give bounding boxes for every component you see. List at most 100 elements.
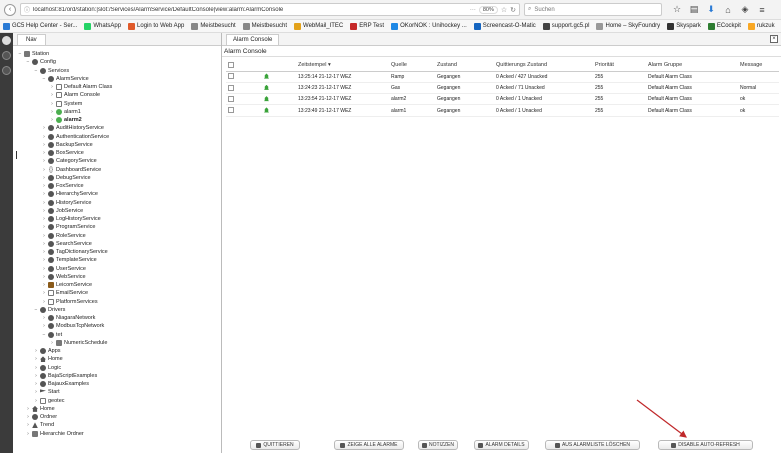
tree-item[interactable]: › ModbusTcpNetwork	[13, 322, 221, 330]
search-side-icon[interactable]	[2, 66, 11, 75]
close-icon[interactable]: ×	[770, 35, 778, 43]
bookmark-item[interactable]: support.gc5.pl	[542, 22, 589, 30]
tree-item[interactable]: › EmailService	[13, 289, 221, 297]
tree-item[interactable]: › LeicomService	[13, 281, 221, 289]
tree-item[interactable]: − tet	[13, 331, 221, 339]
collapse-icon[interactable]: −	[33, 307, 39, 313]
expand-icon[interactable]: ›	[49, 92, 55, 98]
collapse-icon[interactable]: −	[33, 68, 39, 74]
table-row[interactable]: 13:23:54 21-12-17 WEZ alarm2 Gegangen 0 Ack…	[226, 93, 779, 106]
tree-item[interactable]: › Default Alarm Class	[13, 83, 221, 91]
collapse-icon[interactable]: −	[17, 51, 23, 57]
column-header-ack-state[interactable]: Quittierungs Zustand	[494, 59, 593, 72]
bookmark-item[interactable]: rukzuk	[747, 22, 775, 30]
expand-icon[interactable]: ›	[25, 431, 31, 437]
address-bar[interactable]: ⓘ localhost:81/ord/station:|slot:/Servic…	[20, 3, 520, 16]
expand-icon[interactable]: ›	[33, 381, 39, 387]
column-header-message[interactable]: Message	[738, 59, 779, 72]
tree-item[interactable]: › Start	[13, 388, 221, 396]
expand-icon[interactable]: ›	[41, 183, 47, 189]
collapse-icon[interactable]: −	[25, 59, 31, 65]
expand-icon[interactable]: ›	[41, 274, 47, 280]
tree-item[interactable]: − Drivers	[13, 306, 221, 314]
nav-toggle-icon[interactable]	[2, 36, 11, 45]
bookmark-item[interactable]: ERP Test	[350, 22, 384, 30]
expand-icon[interactable]: ›	[41, 175, 47, 181]
expand-icon[interactable]: ›	[41, 241, 47, 247]
row-checkbox[interactable]	[228, 107, 234, 114]
expand-icon[interactable]: ›	[33, 365, 39, 371]
expand-icon[interactable]: ›	[41, 134, 47, 140]
tree-item[interactable]: › TagDictionaryService	[13, 248, 221, 256]
bookmark-item[interactable]: OKorNOK : Unihockey ...	[391, 22, 467, 30]
bookmark-item[interactable]: GC5 Help Center - Ser...	[3, 22, 77, 30]
collapse-icon[interactable]: −	[41, 76, 47, 82]
tree-item[interactable]: › geotec	[13, 397, 221, 405]
search-input[interactable]: ⌕ Suchen	[524, 3, 662, 16]
tree-item[interactable]: › RoleService	[13, 232, 221, 240]
menu-icon[interactable]: ≡	[757, 5, 767, 15]
library-icon[interactable]: ▤	[689, 4, 699, 15]
expand-icon[interactable]: ›	[41, 315, 47, 321]
bookmark-item[interactable]: Home – SkyFoundry	[596, 22, 660, 30]
action-button-alarm-details[interactable]: ALARM DETAILS	[474, 440, 529, 450]
expand-icon[interactable]: ›	[41, 125, 47, 131]
tree-item[interactable]: › FoxService	[13, 182, 221, 190]
palette-icon[interactable]	[2, 51, 11, 60]
expand-icon[interactable]: ›	[41, 282, 47, 288]
select-all-checkbox[interactable]	[228, 61, 234, 68]
expand-icon[interactable]: ›	[49, 340, 55, 346]
tree-item[interactable]: › TemplateService	[13, 256, 221, 264]
row-select-cell[interactable]	[226, 104, 262, 117]
action-button-aus-alarmliste-l-schen[interactable]: AUS ALARMLISTE LÖSCHEN	[545, 440, 640, 450]
expand-icon[interactable]: ›	[41, 299, 47, 305]
action-button-zeige-alle-alarme[interactable]: ZEIGE ALLE ALARME	[334, 440, 404, 450]
bookmark-item[interactable]: Skyspark	[667, 22, 701, 30]
row-select-cell[interactable]	[226, 71, 262, 83]
tree-item[interactable]: › System	[13, 100, 221, 108]
expand-icon[interactable]: ›	[33, 398, 39, 404]
expand-icon[interactable]: ›	[49, 84, 55, 90]
tree-item[interactable]: − AlarmService	[13, 75, 221, 83]
bookmark-item[interactable]: Meistbesucht	[191, 22, 236, 30]
tree-item[interactable]: › SearchService	[13, 240, 221, 248]
expand-icon[interactable]: ›	[41, 208, 47, 214]
expand-icon[interactable]: ›	[49, 117, 55, 123]
expand-icon[interactable]: ›	[41, 266, 47, 272]
expand-icon[interactable]: ›	[41, 323, 47, 329]
tree-item[interactable]: › JobService	[13, 207, 221, 215]
expand-icon[interactable]: ›	[33, 373, 39, 379]
zoom-level[interactable]: 80%	[478, 5, 498, 14]
expand-icon[interactable]: ›	[41, 150, 47, 156]
tree-item[interactable]: › HierarchyService	[13, 190, 221, 198]
tree-item[interactable]: › ProgramService	[13, 223, 221, 231]
expand-icon[interactable]: ›	[25, 422, 31, 428]
column-header-priority[interactable]: Priorität	[593, 59, 646, 72]
expand-icon[interactable]: ›	[41, 224, 47, 230]
tree-item[interactable]: › AuditHistoryService	[13, 124, 221, 132]
action-button-notizzen[interactable]: NOTIZZEN	[418, 440, 458, 450]
tree-item[interactable]: › BajauxExamples	[13, 380, 221, 388]
expand-icon[interactable]: ›	[41, 233, 47, 239]
table-row[interactable]: 13:24:23 21-12-17 WEZ Gas Gegangen 0 Acked …	[226, 82, 779, 95]
expand-icon[interactable]: ›	[49, 101, 55, 107]
bookmark-item[interactable]: Login to Web App	[128, 22, 184, 30]
expand-icon[interactable]: ›	[41, 216, 47, 222]
expand-icon[interactable]: ›	[33, 348, 39, 354]
column-header-source[interactable]: Quelle	[389, 59, 435, 72]
tree-item[interactable]: › LogHistoryService	[13, 215, 221, 223]
expand-icon[interactable]: ›	[41, 257, 47, 263]
tree-item[interactable]: › NiagaraNetwork	[13, 314, 221, 322]
expand-icon[interactable]: ›	[41, 191, 47, 197]
home-icon[interactable]: ⌂	[723, 5, 733, 15]
tree-item[interactable]: ›{} DashboardService	[13, 166, 221, 174]
tree-item[interactable]: › alarm1	[13, 108, 221, 116]
column-header-timestamp[interactable]: Zeitstempel ▾	[296, 59, 389, 72]
tree-item[interactable]: › BoxService	[13, 149, 221, 157]
page-actions-icon[interactable]: ···	[470, 7, 476, 13]
row-checkbox[interactable]	[228, 96, 234, 103]
expand-icon[interactable]: ›	[49, 109, 55, 115]
tree-item[interactable]: › Home	[13, 405, 221, 413]
expand-icon[interactable]: ›	[25, 414, 31, 420]
expand-icon[interactable]: ›	[41, 200, 47, 206]
